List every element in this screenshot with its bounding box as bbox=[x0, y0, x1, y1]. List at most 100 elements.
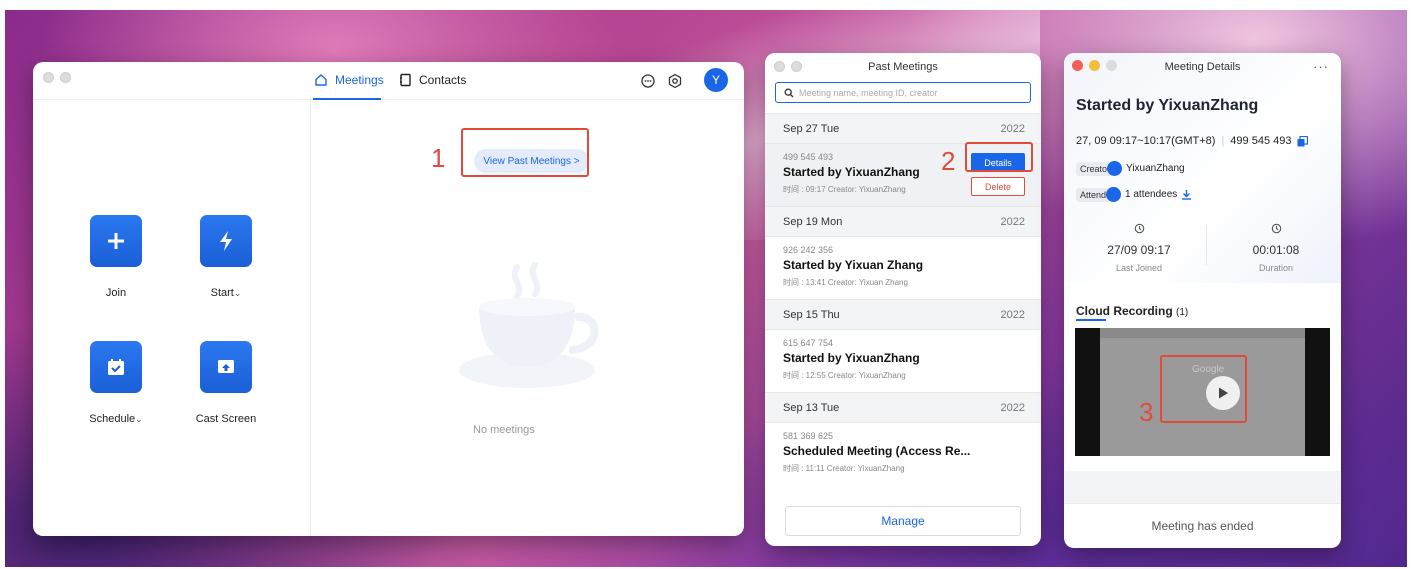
meeting-details-window: Meeting Details ··· Started by YixuanZha… bbox=[1064, 53, 1341, 548]
attendee-avatar bbox=[1106, 187, 1122, 202]
user-avatar[interactable]: Y bbox=[704, 68, 728, 92]
group-year: 2022 bbox=[1000, 216, 1025, 228]
window-title: Meeting Details bbox=[1164, 61, 1241, 73]
active-tab-indicator bbox=[313, 98, 381, 100]
annotation-number-2: 2 bbox=[941, 146, 956, 176]
date-group-header: Sep 15 Thu 2022 bbox=[765, 299, 1041, 330]
meeting-title: Started by Yixuan Zhang bbox=[783, 258, 924, 272]
meeting-title: Started by YixuanZhang bbox=[783, 165, 920, 179]
manage-button[interactable]: Manage bbox=[785, 506, 1021, 536]
creator-row: Creato YixuanZhang bbox=[1076, 161, 1185, 176]
annotation-box-1 bbox=[461, 128, 589, 177]
group-year: 2022 bbox=[1000, 402, 1025, 414]
home-icon bbox=[315, 74, 327, 86]
chat-button[interactable] bbox=[638, 71, 658, 91]
start-button[interactable] bbox=[200, 215, 252, 267]
attendees-count: 1 attendees bbox=[1125, 189, 1178, 200]
duration-label: Duration bbox=[1258, 263, 1294, 273]
creator-chip: Creato bbox=[1076, 161, 1112, 176]
meeting-list-item[interactable]: 581 369 625 Scheduled Meeting (Access Re… bbox=[765, 423, 1041, 485]
meeting-id: 926 242 356 bbox=[783, 245, 834, 255]
start-label-row: Start⌄ bbox=[171, 287, 281, 299]
group-date: Sep 13 Tue bbox=[783, 402, 840, 414]
annotation-number-3: 3 bbox=[1139, 397, 1154, 427]
download-icon[interactable] bbox=[1181, 189, 1192, 200]
last-joined-label: Last Joined bbox=[1115, 263, 1163, 273]
join-action[interactable]: Join bbox=[61, 215, 171, 299]
chevron-down-icon[interactable]: ⌄ bbox=[234, 288, 242, 298]
schedule-button[interactable] bbox=[90, 341, 142, 393]
duration-stat: 00:01:08 Duration bbox=[1211, 221, 1341, 273]
delete-button[interactable]: Delete bbox=[971, 177, 1025, 196]
divider: | bbox=[1221, 135, 1225, 147]
empty-state-text: No meetings bbox=[473, 424, 535, 436]
group-date: Sep 27 Tue bbox=[783, 123, 840, 135]
stat-divider bbox=[1206, 225, 1207, 265]
schedule-action[interactable]: Schedule⌄ bbox=[61, 341, 171, 425]
cast-screen-action[interactable]: Cast Screen bbox=[171, 341, 281, 425]
more-options-icon[interactable]: ··· bbox=[1313, 59, 1329, 74]
cast-screen-button[interactable] bbox=[200, 341, 252, 393]
group-year: 2022 bbox=[1000, 123, 1025, 135]
meeting-list-item[interactable]: 615 647 754 Started by YixuanZhang 时间 : … bbox=[765, 330, 1041, 392]
creator-name: YixuanZhang bbox=[1126, 163, 1185, 174]
tab-meetings-label: Meetings bbox=[335, 73, 384, 87]
meeting-id: 499 545 493 bbox=[1230, 135, 1292, 147]
main-window: Meetings Contacts Y Join Start⌄ Schedule… bbox=[33, 62, 744, 536]
settings-button[interactable] bbox=[665, 71, 685, 91]
date-group-header: Sep 13 Tue 2022 bbox=[765, 392, 1041, 423]
group-year: 2022 bbox=[1000, 309, 1025, 321]
meeting-id: 615 647 754 bbox=[783, 338, 834, 348]
meeting-list-item[interactable]: 926 242 356 Started by Yixuan Zhang 时间 :… bbox=[765, 237, 1041, 299]
annotation-number-1: 1 bbox=[431, 143, 446, 173]
window-controls[interactable] bbox=[43, 72, 71, 83]
past-meetings-window: Past Meetings Meeting name, meeting ID, … bbox=[765, 53, 1041, 546]
meeting-title: Started by YixuanZhang bbox=[783, 351, 920, 365]
tab-contacts[interactable]: Contacts bbox=[399, 73, 466, 87]
gear-icon bbox=[668, 73, 682, 89]
start-action[interactable]: Start⌄ bbox=[171, 215, 281, 299]
meeting-ended-status: Meeting has ended bbox=[1064, 503, 1341, 548]
cloud-recording-count: (1) bbox=[1176, 307, 1189, 318]
empty-coffee-cup-illustration bbox=[459, 262, 599, 388]
meeting-meta: 时间 : 11:11 Creator: YixuanZhang bbox=[783, 464, 905, 473]
plus-icon bbox=[108, 233, 124, 249]
meeting-meta: 时间 : 13:41 Creator: Yixuan Zhang bbox=[783, 278, 908, 287]
date-group-header: Sep 27 Tue 2022 bbox=[765, 113, 1041, 144]
group-date: Sep 15 Thu bbox=[783, 309, 840, 321]
actions-sidebar: Join Start⌄ Schedule⌄ Cast Screen bbox=[33, 100, 311, 536]
annotation-box-3 bbox=[1160, 355, 1247, 423]
attendee-chip: Attend bbox=[1076, 187, 1111, 202]
date-group-header: Sep 19 Mon 2022 bbox=[765, 206, 1041, 237]
last-joined-stat: 27/09 09:17 Last Joined bbox=[1074, 221, 1204, 273]
main-topbar: Meetings Contacts Y bbox=[33, 62, 744, 100]
chat-bubble-icon bbox=[641, 74, 655, 88]
chevron-down-icon[interactable]: ⌄ bbox=[135, 414, 143, 424]
join-label: Join bbox=[105, 287, 127, 299]
meeting-id: 581 369 625 bbox=[783, 431, 834, 441]
video-browser-bar bbox=[1100, 328, 1305, 338]
copy-icon[interactable] bbox=[1297, 135, 1309, 147]
tab-meetings[interactable]: Meetings bbox=[314, 73, 384, 87]
meeting-title: Started by YixuanZhang bbox=[1076, 97, 1259, 114]
last-joined-value: 27/09 09:17 bbox=[1107, 243, 1171, 257]
schedule-label: Schedule bbox=[89, 413, 136, 425]
annotation-box-2 bbox=[965, 142, 1033, 172]
join-button[interactable] bbox=[90, 215, 142, 267]
search-placeholder: Meeting name, meeting ID, creator bbox=[799, 87, 938, 98]
attendees-row: Attend 1 attendees bbox=[1076, 187, 1192, 202]
section-underline bbox=[1076, 319, 1106, 321]
meeting-title: Scheduled Meeting (Access Re... bbox=[783, 444, 971, 458]
group-date: Sep 19 Mon bbox=[783, 216, 843, 228]
search-input[interactable]: Meeting name, meeting ID, creator bbox=[775, 82, 1031, 103]
meeting-time-range: 27, 09 09:17~10:17(GMT+8) bbox=[1076, 135, 1216, 147]
cast-screen-icon bbox=[218, 360, 234, 373]
cast-screen-label: Cast Screen bbox=[195, 413, 257, 425]
cloud-recording-heading: Cloud Recording (1) bbox=[1076, 304, 1188, 318]
meeting-meta: 时间 : 12:55 Creator: YixuanZhang bbox=[783, 371, 906, 380]
creator-avatar bbox=[1107, 161, 1123, 176]
cloud-recording-title: Cloud Recording bbox=[1076, 304, 1173, 318]
search-icon bbox=[784, 88, 794, 97]
schedule-label-row: Schedule⌄ bbox=[61, 413, 171, 425]
clock-icon bbox=[1271, 223, 1281, 234]
